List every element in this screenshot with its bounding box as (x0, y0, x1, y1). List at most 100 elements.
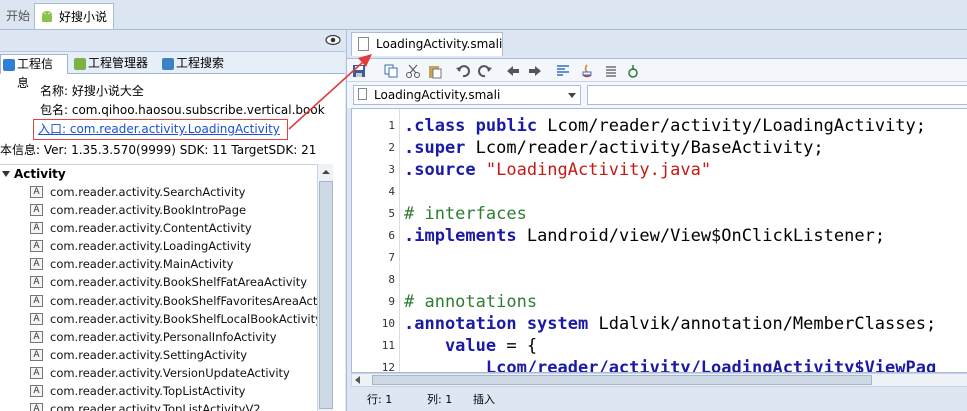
activity-icon: A (30, 348, 43, 361)
info-icon (3, 59, 15, 71)
activity-icon: A (30, 222, 43, 235)
tree-item[interactable]: Acom.reader.activity.BookShelfLocalBookA… (0, 310, 332, 328)
app-name: 名称: 好搜小说大全 (40, 84, 144, 98)
editor-file-tab[interactable]: LoadingActivity.smali (351, 32, 503, 56)
editor-toolbar (347, 58, 967, 82)
code-token: # annotations (404, 292, 538, 312)
copy-icon[interactable] (383, 63, 399, 79)
line-number: 6 (388, 229, 395, 242)
redo-icon[interactable] (477, 63, 493, 79)
code-line: .super Lcom/reader/activity/BaseActivity… (404, 137, 824, 159)
horizontal-scroll-thumb[interactable] (372, 375, 872, 385)
tab-project-search-label: 工程搜索 (176, 56, 225, 70)
tab-project-manager-label: 工程管理器 (88, 56, 149, 70)
tree-item-label: com.reader.activity.SearchActivity (50, 185, 246, 199)
list-icon[interactable] (603, 63, 619, 79)
tree-item-label: com.reader.activity.TopListActivityV2 (50, 402, 261, 411)
version-info: 本信息: Ver: 1.35.3.570(9999) SDK: 11 Targe… (0, 143, 317, 157)
project-tabs: 工程信息 工程管理器 工程搜索 (0, 52, 345, 90)
project-panel-header (0, 30, 345, 52)
code-token: Lcom/reader/activity/LoadingActivity; (547, 116, 926, 136)
activity-icon: A (30, 385, 43, 398)
java-icon[interactable] (579, 63, 595, 79)
eye-icon[interactable] (325, 34, 341, 46)
tree-item-label: com.reader.activity.BookShelfFatAreaActi… (50, 275, 308, 290)
code-line: Lcom/reader/activity/LoadingActivity$Vie… (404, 357, 937, 373)
line-number: 1 (388, 119, 395, 132)
tree-item[interactable]: Acom.reader.activity.SearchActivity (0, 183, 332, 201)
tree-item[interactable]: Acom.reader.activity.MainActivity (0, 255, 332, 273)
file-select[interactable]: LoadingActivity.smali (353, 85, 581, 105)
android-icon (42, 11, 52, 22)
chevron-down-icon[interactable] (568, 93, 576, 98)
code-line: # interfaces (404, 203, 527, 225)
tree-item-label: com.reader.activity.BookShelfLocalBookAc… (50, 311, 322, 326)
entry-link[interactable]: 入口: com.reader.activity.LoadingActivity (38, 122, 280, 136)
activity-icon: A (30, 366, 43, 379)
tree-group-activity[interactable]: Activity (0, 165, 66, 183)
code-line: value = { (404, 335, 537, 357)
tree-item[interactable]: Acom.reader.activity.ContentActivity (0, 219, 332, 237)
tab-project-manager[interactable]: 工程管理器 (72, 54, 156, 74)
tree-scrollbar[interactable] (317, 164, 333, 411)
activity-icon: A (30, 403, 43, 411)
tree-item[interactable]: Acom.reader.activity.BookShelfFavoritesA… (0, 292, 332, 310)
tree-item[interactable]: Acom.reader.activity.PersonalInfoActivit… (0, 328, 332, 346)
activity-icon: A (30, 330, 43, 343)
activity-icon: A (30, 204, 43, 217)
scroll-thumb[interactable] (319, 181, 333, 409)
paste-icon[interactable] (427, 63, 443, 79)
project-info: 名称: 好搜小说大全 包名: com.qihoo.haosou.subscrib… (0, 76, 345, 164)
status-col: 列: 1 (427, 393, 453, 406)
file-icon (358, 88, 367, 100)
undo-icon[interactable] (455, 63, 471, 79)
tree-item-label: com.reader.activity.SettingActivity (50, 347, 248, 362)
tab-project-search[interactable]: 工程搜索 (160, 54, 232, 74)
cut-icon[interactable] (405, 63, 421, 79)
package-name: 包名: com.qihoo.haosou.subscribe.vertical.… (40, 103, 325, 117)
tree-item-label: com.reader.activity.PersonalInfoActivity (50, 329, 277, 344)
activity-icon: A (30, 312, 43, 325)
tree-item[interactable]: Acom.reader.activity.LoadingActivity (0, 237, 332, 255)
tab-start[interactable]: 开始 (0, 3, 36, 29)
tab-project-label: 好搜小说 (59, 10, 108, 24)
activity-icon: A (30, 294, 43, 307)
scroll-left-icon[interactable] (355, 376, 360, 384)
tree-item[interactable]: Acom.reader.activity.VersionUpdateActivi… (0, 364, 332, 382)
code-token: .implements (404, 226, 527, 246)
format-icon[interactable] (555, 63, 571, 79)
editor-file-tab-label: LoadingActivity.smali (376, 37, 503, 51)
save-icon[interactable] (351, 63, 367, 79)
tree-item[interactable]: Acom.reader.activity.TopListActivityV2 (0, 400, 332, 411)
activity-icon: A (30, 240, 43, 253)
entry-highlight-box: 入口: com.reader.activity.LoadingActivity (33, 119, 288, 140)
tree-item[interactable]: Acom.reader.activity.TopListActivity (0, 382, 332, 400)
top-tab-bar: 开始 好搜小说 (0, 0, 967, 30)
tree-item[interactable]: Acom.reader.activity.BookIntroPage (0, 201, 332, 219)
back-arrow-icon[interactable] (505, 63, 521, 79)
forward-arrow-icon[interactable] (527, 63, 543, 79)
code-token: Lcom/reader/activity/LoadingActivity$Vie… (404, 358, 937, 373)
code-line: .annotation system Ldalvik/annotation/Me… (404, 313, 936, 335)
file-select-value: LoadingActivity.smali (374, 88, 501, 102)
code-token: # interfaces (404, 204, 527, 224)
code-token: "LoadingActivity.java" (485, 160, 712, 180)
code-token: Ldalvik/annotation/MemberClasses; (598, 314, 937, 334)
tree-item[interactable]: Acom.reader.activity.BookShelfFatAreaAct… (0, 273, 332, 291)
line-number: 2 (388, 141, 395, 154)
line-number: 5 (388, 207, 395, 220)
tree-item[interactable]: Acom.reader.activity.SettingActivity (0, 346, 332, 364)
scroll-up-icon[interactable] (319, 165, 333, 179)
activity-icon: A (30, 258, 43, 271)
build-icon[interactable] (625, 63, 641, 79)
activity-icon: A (30, 276, 43, 289)
code-editor[interactable]: 1 2 3 4 5 6 7 8 9 10 11 12 .class public Lcom/reade… (351, 108, 967, 373)
line-number: 4 (388, 185, 395, 198)
line-number: 9 (388, 295, 395, 308)
activity-list: Acom.reader.activity.SearchActivity Acom.… (0, 183, 332, 411)
tab-project-info[interactable]: 工程信息 (0, 54, 68, 90)
member-select[interactable] (587, 85, 967, 105)
code-token: = { (506, 336, 538, 356)
tab-project[interactable]: 好搜小说 (34, 3, 115, 29)
editor-horizontal-scrollbar[interactable] (351, 373, 967, 387)
